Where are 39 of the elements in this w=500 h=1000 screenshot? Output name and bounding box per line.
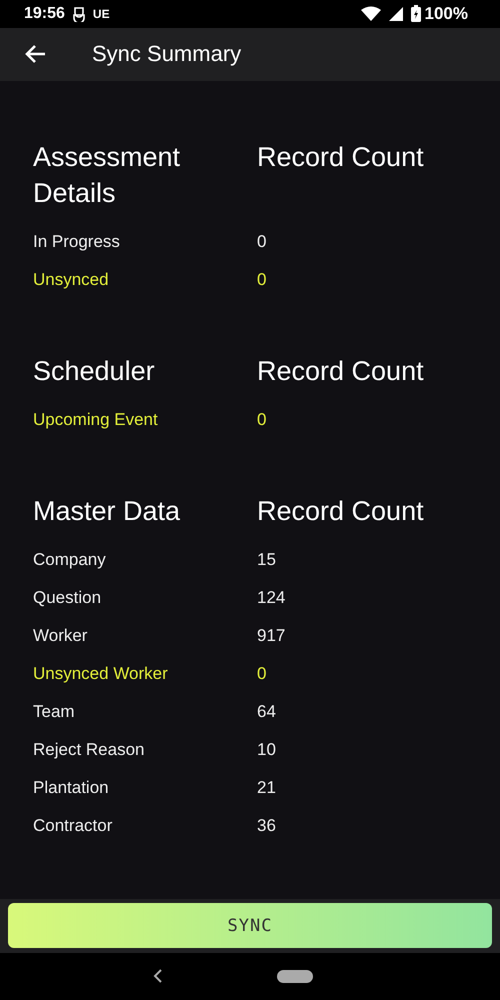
record-count: 917: [257, 625, 286, 648]
record-count: 124: [257, 587, 286, 610]
row-label: Contractor: [33, 815, 114, 838]
screen-title: Sync Summary: [92, 41, 242, 68]
row-label: Team: [33, 701, 76, 724]
record-count: 0: [257, 269, 268, 292]
back-nav-icon[interactable]: [152, 969, 162, 984]
home-pill[interactable]: [276, 970, 312, 983]
section-heading: Assessment Details: [33, 141, 182, 210]
record-count: 36: [257, 815, 277, 838]
row-label: In Progress: [33, 231, 121, 254]
column-heading: Record Count: [257, 495, 425, 528]
sync-button[interactable]: SYNC: [8, 903, 492, 948]
battery-percent: 100%: [424, 4, 468, 24]
row-label: Worker: [33, 625, 88, 648]
row-label: Unsynced: [33, 269, 110, 292]
wifi-icon: [360, 6, 381, 22]
record-count: 15: [257, 549, 277, 572]
notification-icon: [72, 6, 85, 22]
record-count: 21: [257, 777, 277, 800]
record-count: 10: [257, 739, 277, 762]
row-label: Unsynced Worker: [33, 663, 169, 686]
battery-icon: [410, 5, 421, 22]
status-time: 19:56: [24, 4, 65, 23]
row-label: Company: [33, 549, 107, 572]
column-heading: Record Count: [257, 141, 425, 174]
signal-icon: [388, 6, 403, 21]
section-heading: Scheduler: [33, 355, 156, 388]
record-count: 0: [257, 663, 268, 686]
record-count: 0: [257, 409, 268, 432]
row-label: Question: [33, 587, 102, 610]
record-count: 0: [257, 231, 268, 254]
section-heading: Master Data: [33, 495, 182, 528]
row-label: Plantation: [33, 777, 110, 800]
column-heading: Record Count: [257, 355, 425, 388]
record-count: 64: [257, 701, 277, 724]
carrier-label: UE: [92, 6, 110, 21]
row-label: Upcoming Event: [33, 409, 159, 432]
row-label: Reject Reason: [33, 739, 146, 762]
